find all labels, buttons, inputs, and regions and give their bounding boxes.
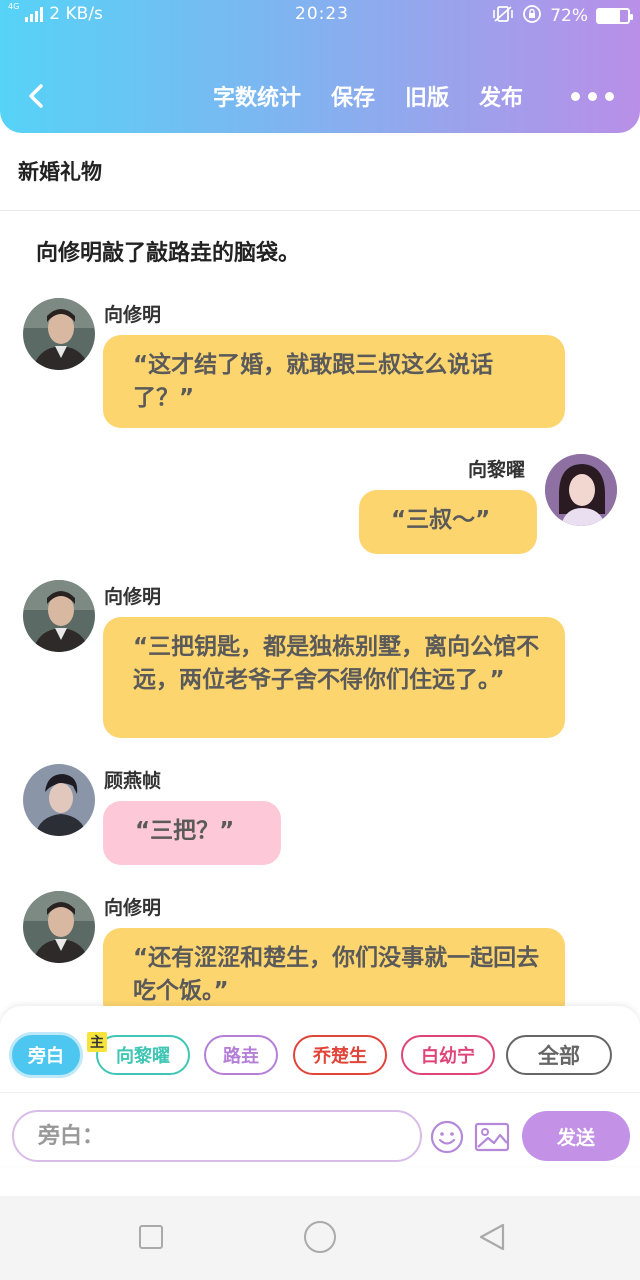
avatar-xiang-xiuming[interactable]: [23, 580, 95, 652]
role-chip-qiao-chusheng[interactable]: 乔楚生: [293, 1035, 387, 1075]
back-button[interactable]: [18, 78, 54, 114]
speaker-name: 向修明: [104, 586, 162, 608]
back-triangle-icon[interactable]: [478, 1222, 506, 1252]
image-button[interactable]: [474, 1119, 510, 1155]
divider: [0, 210, 640, 211]
save-button[interactable]: 保存: [331, 80, 375, 112]
role-chip-all[interactable]: 全部: [506, 1035, 612, 1075]
emoji-button[interactable]: [429, 1119, 465, 1155]
role-chip-xiang-liyao[interactable]: 向黎曜: [96, 1035, 190, 1075]
battery-icon: [596, 8, 633, 24]
recents-button[interactable]: [139, 1225, 163, 1249]
message-input[interactable]: [12, 1110, 422, 1162]
message-bubble[interactable]: “三叔～”: [359, 490, 537, 554]
role-chip-lu-yao[interactable]: 路垚: [204, 1035, 278, 1075]
more-dot: [588, 92, 597, 101]
word-count-button[interactable]: 字数统计: [213, 80, 301, 112]
more-dot: [571, 92, 580, 101]
chevron-left-icon: [29, 84, 43, 108]
narration-text[interactable]: 向修明敲了敲路垚的脑袋。: [36, 235, 300, 267]
publish-button[interactable]: 发布: [479, 80, 523, 112]
home-button[interactable]: [304, 1221, 336, 1253]
status-left: 4G 2 KB/s: [8, 2, 103, 25]
main-character-tag: 主: [87, 1032, 107, 1052]
message-bubble[interactable]: “这才结了婚，就敢跟三叔这么说话了？”: [103, 335, 565, 428]
status-right: 72%: [492, 4, 633, 28]
network-label: 4G: [8, 2, 20, 11]
divider: [0, 1092, 640, 1093]
header: 4G 2 KB/s 20:23 72% 字数统计 保存 旧版 发布: [0, 0, 640, 133]
status-time: 20:23: [295, 4, 349, 24]
avatar-gu-yanzhen[interactable]: [23, 764, 95, 836]
speaker-name: 顾燕帧: [104, 770, 162, 792]
battery-fill: [598, 10, 620, 22]
signal-icon: [25, 6, 44, 22]
network-speed: 2 KB/s: [49, 4, 103, 24]
vibrate-icon: [492, 5, 514, 27]
role-chip-bai-youning[interactable]: 白幼宁: [401, 1035, 495, 1075]
avatar-xiang-liyao[interactable]: [545, 454, 617, 526]
image-icon: [474, 1122, 510, 1152]
message-bubble[interactable]: “三把钥匙，都是独栋别墅，离向公馆不远，两位老爷子舍不得你们住远了。”: [103, 617, 565, 738]
message-bubble[interactable]: “三把？”: [103, 801, 281, 865]
status-bar: 4G 2 KB/s 20:23 72%: [0, 0, 640, 32]
avatar-xiang-xiuming[interactable]: [23, 891, 95, 963]
smiley-icon: [430, 1120, 464, 1154]
toolbar-actions: 字数统计 保存 旧版 发布: [213, 80, 523, 112]
speaker-name: 向修明: [104, 304, 162, 326]
rotation-lock-icon: [522, 4, 542, 28]
avatar-xiang-xiuming[interactable]: [23, 298, 95, 370]
toolbar: 字数统计 保存 旧版 发布: [0, 72, 640, 120]
role-chip-narration[interactable]: 旁白: [12, 1035, 80, 1075]
document-title[interactable]: 新婚礼物: [18, 156, 102, 186]
more-button[interactable]: [571, 92, 614, 101]
speaker-name: 向黎曜: [468, 459, 526, 481]
battery-percent: 72%: [550, 6, 588, 26]
more-dot: [605, 92, 614, 101]
speaker-name: 向修明: [104, 897, 162, 919]
old-version-button[interactable]: 旧版: [405, 80, 449, 112]
send-button[interactable]: 发送: [522, 1111, 630, 1161]
